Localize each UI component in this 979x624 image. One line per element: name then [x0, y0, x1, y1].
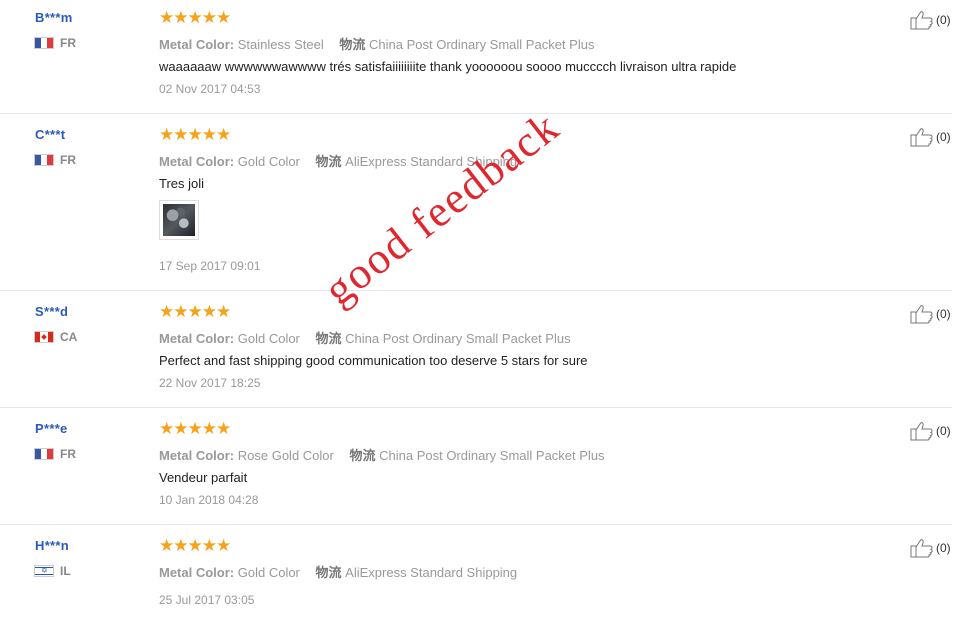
- review-attributes: Metal Color: Rose Gold Color 物流 China Po…: [159, 445, 605, 464]
- review-text: Perfect and fast shipping good communica…: [159, 353, 588, 368]
- review-attributes: Metal Color: Gold Color 物流 China Post Or…: [159, 328, 571, 347]
- shipping-value: China Post Ordinary Small Packet Plus: [369, 37, 595, 52]
- review-text: Vendeur parfait: [159, 470, 248, 485]
- helpful-button[interactable]: (0): [910, 10, 951, 30]
- israel-flag-icon: [34, 565, 54, 577]
- color-label: Metal Color:: [159, 154, 235, 169]
- shipping-label: 物流: [339, 37, 366, 52]
- color-value: Stainless Steel: [237, 37, 324, 52]
- helpful-count: (0): [936, 130, 951, 144]
- helpful-button[interactable]: (0): [910, 421, 951, 441]
- reviewer-name[interactable]: H***n: [35, 538, 69, 553]
- france-flag-icon: [34, 448, 54, 460]
- color-value: Rose Gold Color: [237, 448, 334, 463]
- canada-flag-icon: [34, 331, 54, 343]
- country-code: FR: [60, 36, 76, 50]
- color-label: Metal Color:: [159, 448, 235, 463]
- helpful-button[interactable]: (0): [910, 304, 951, 324]
- thumbs-up-icon: [910, 305, 933, 324]
- reviewer-country: FR: [34, 447, 76, 461]
- review-date: 02 Nov 2017 04:53: [159, 82, 261, 96]
- helpful-button[interactable]: (0): [910, 127, 951, 147]
- review-date: 10 Jan 2018 04:28: [159, 493, 259, 507]
- color-value: Gold Color: [237, 154, 300, 169]
- country-code: IL: [60, 564, 71, 578]
- shipping-value: China Post Ordinary Small Packet Plus: [345, 331, 571, 346]
- thumbs-up-icon: [910, 11, 933, 30]
- shipping-value: AliExpress Standard Shipping: [345, 565, 518, 580]
- shipping-label: 物流: [315, 565, 342, 580]
- review-item: C***t FR ★★★★★ Metal Color: Gold Color 物…: [0, 117, 952, 291]
- helpful-count: (0): [936, 307, 951, 321]
- helpful-button[interactable]: (0): [910, 538, 951, 558]
- shipping-value: AliExpress Standard Shipping: [345, 154, 518, 169]
- reviewer-country: FR: [34, 153, 76, 167]
- reviewer-country: CA: [34, 330, 77, 344]
- star-rating: ★★★★★: [159, 302, 231, 321]
- color-label: Metal Color:: [159, 37, 235, 52]
- review-date: 17 Sep 2017 09:01: [159, 259, 261, 273]
- review-text: Tres joli: [159, 176, 205, 191]
- reviewer-name[interactable]: P***e: [35, 421, 68, 436]
- shipping-label: 物流: [349, 448, 376, 463]
- thumbs-up-icon: [910, 128, 933, 147]
- review-item: S***d CA ★★★★★ Metal Color: Gold Color 物…: [0, 294, 952, 408]
- reviewer-country: FR: [34, 36, 76, 50]
- country-code: CA: [60, 330, 78, 344]
- star-rating: ★★★★★: [159, 8, 231, 27]
- france-flag-icon: [34, 37, 54, 49]
- star-rating: ★★★★★: [159, 125, 231, 144]
- thumbs-up-icon: [910, 539, 933, 558]
- color-label: Metal Color:: [159, 331, 235, 346]
- review-date: 22 Nov 2017 18:25: [159, 376, 261, 390]
- shipping-value: China Post Ordinary Small Packet Plus: [379, 448, 605, 463]
- star-rating: ★★★★★: [159, 536, 231, 555]
- country-code: FR: [60, 153, 76, 167]
- color-value: Gold Color: [237, 331, 300, 346]
- country-code: FR: [60, 447, 76, 461]
- reviewer-name[interactable]: S***d: [35, 304, 68, 319]
- reviewer-name[interactable]: C***t: [35, 127, 65, 142]
- reviewer-country: IL: [34, 564, 71, 578]
- review-date: 25 Jul 2017 03:05: [159, 593, 255, 607]
- shipping-label: 物流: [315, 331, 342, 346]
- star-rating: ★★★★★: [159, 419, 231, 438]
- review-attributes: Metal Color: Stainless Steel 物流 China Po…: [159, 34, 594, 53]
- france-flag-icon: [34, 154, 54, 166]
- thumbs-up-icon: [910, 422, 933, 441]
- shipping-label: 物流: [315, 154, 342, 169]
- review-text: waaaaaaw wwwwwwawwww trés satisfaiiiiiii…: [159, 59, 737, 74]
- review-item: H***n IL ★★★★★ Metal Color: Gold Color 物…: [0, 528, 952, 624]
- review-photo-thumbnail[interactable]: [159, 200, 199, 240]
- helpful-count: (0): [936, 541, 951, 555]
- helpful-count: (0): [936, 13, 951, 27]
- review-item: P***e FR ★★★★★ Metal Color: Rose Gold Co…: [0, 411, 952, 525]
- review-item: B***m FR ★★★★★ Metal Color: Stainless St…: [0, 0, 952, 114]
- reviewer-name[interactable]: B***m: [35, 10, 73, 25]
- review-attributes: Metal Color: Gold Color 物流 AliExpress St…: [159, 151, 517, 170]
- review-attributes: Metal Color: Gold Color 物流 AliExpress St…: [159, 562, 517, 581]
- helpful-count: (0): [936, 424, 951, 438]
- color-value: Gold Color: [237, 565, 300, 580]
- color-label: Metal Color:: [159, 565, 235, 580]
